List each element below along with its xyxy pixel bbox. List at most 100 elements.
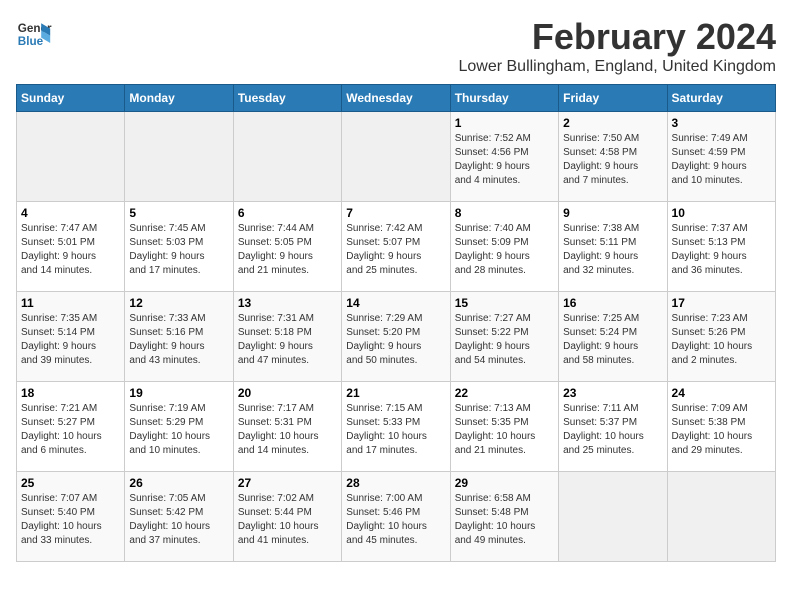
day-info: Sunrise: 7:25 AM Sunset: 5:24 PM Dayligh…: [563, 312, 662, 368]
column-header-tuesday: Tuesday: [233, 85, 341, 112]
column-header-sunday: Sunday: [17, 85, 125, 112]
day-number: 17: [672, 296, 771, 310]
calendar-cell: 28Sunrise: 7:00 AM Sunset: 5:46 PM Dayli…: [342, 472, 450, 562]
calendar-cell: 11 Sunrise: 7:35 AM Sunset: 5:14 PM Dayli…: [17, 292, 125, 382]
day-number: 6: [238, 206, 337, 220]
day-number: 26: [129, 476, 228, 490]
day-info: Sunrise: 7:52 AM Sunset: 4:56 PM Dayligh…: [455, 132, 554, 188]
calendar-cell: 9 Sunrise: 7:38 AM Sunset: 5:11 PM Daylig…: [559, 202, 667, 292]
day-info: Sunrise: 7:37 AM Sunset: 5:13 PM Dayligh…: [672, 222, 771, 278]
day-number: 23: [563, 386, 662, 400]
day-info: Sunrise: 7:07 AM Sunset: 5:40 PM Dayligh…: [21, 492, 120, 548]
column-header-wednesday: Wednesday: [342, 85, 450, 112]
calendar-cell: 8 Sunrise: 7:40 AM Sunset: 5:09 PM Daylig…: [450, 202, 558, 292]
column-header-saturday: Saturday: [667, 85, 775, 112]
day-number: 25: [21, 476, 120, 490]
day-number: 2: [563, 116, 662, 130]
column-header-monday: Monday: [125, 85, 233, 112]
svg-text:Blue: Blue: [18, 35, 44, 48]
column-header-friday: Friday: [559, 85, 667, 112]
day-info: Sunrise: 7:13 AM Sunset: 5:35 PM Dayligh…: [455, 402, 554, 458]
calendar-cell: 6 Sunrise: 7:44 AM Sunset: 5:05 PM Daylig…: [233, 202, 341, 292]
calendar-cell: [559, 472, 667, 562]
day-number: 12: [129, 296, 228, 310]
calendar-cell: 1 Sunrise: 7:52 AM Sunset: 4:56 PM Daylig…: [450, 112, 558, 202]
day-info: Sunrise: 7:17 AM Sunset: 5:31 PM Dayligh…: [238, 402, 337, 458]
day-number: 28: [346, 476, 445, 490]
week-row-1: 1 Sunrise: 7:52 AM Sunset: 4:56 PM Daylig…: [17, 112, 776, 202]
day-number: 27: [238, 476, 337, 490]
logo-icon: General Blue: [16, 16, 52, 52]
day-info: Sunrise: 7:11 AM Sunset: 5:37 PM Dayligh…: [563, 402, 662, 458]
day-info: Sunrise: 7:19 AM Sunset: 5:29 PM Dayligh…: [129, 402, 228, 458]
day-number: 19: [129, 386, 228, 400]
day-number: 20: [238, 386, 337, 400]
day-info: Sunrise: 7:31 AM Sunset: 5:18 PM Dayligh…: [238, 312, 337, 368]
header: General Blue February 2024 Lower Bulling…: [16, 16, 776, 76]
calendar-cell: 5 Sunrise: 7:45 AM Sunset: 5:03 PM Daylig…: [125, 202, 233, 292]
calendar-cell: 18Sunrise: 7:21 AM Sunset: 5:27 PM Dayli…: [17, 382, 125, 472]
calendar-cell: 24 Sunrise: 7:09 AM Sunset: 5:38 PM Dayli…: [667, 382, 775, 472]
day-number: 15: [455, 296, 554, 310]
day-info: Sunrise: 7:38 AM Sunset: 5:11 PM Dayligh…: [563, 222, 662, 278]
day-info: Sunrise: 7:44 AM Sunset: 5:05 PM Dayligh…: [238, 222, 337, 278]
day-number: 11: [21, 296, 120, 310]
calendar-cell: 25 Sunrise: 7:07 AM Sunset: 5:40 PM Dayli…: [17, 472, 125, 562]
logo: General Blue: [16, 16, 52, 52]
day-info: Sunrise: 7:35 AM Sunset: 5:14 PM Dayligh…: [21, 312, 120, 368]
day-number: 7: [346, 206, 445, 220]
calendar-cell: 15 Sunrise: 7:27 AM Sunset: 5:22 PM Dayli…: [450, 292, 558, 382]
calendar-cell: 23 Sunrise: 7:11 AM Sunset: 5:37 PM Dayli…: [559, 382, 667, 472]
calendar-cell: 13 Sunrise: 7:31 AM Sunset: 5:18 PM Dayli…: [233, 292, 341, 382]
day-info: Sunrise: 7:29 AM Sunset: 5:20 PM Dayligh…: [346, 312, 445, 368]
calendar-cell: 29 Sunrise: 6:58 AM Sunset: 5:48 PM Dayli…: [450, 472, 558, 562]
calendar-cell: 3Sunrise: 7:49 AM Sunset: 4:59 PM Daylig…: [667, 112, 775, 202]
day-number: 3: [672, 116, 771, 130]
calendar-cell: 2 Sunrise: 7:50 AM Sunset: 4:58 PM Daylig…: [559, 112, 667, 202]
day-number: 22: [455, 386, 554, 400]
column-header-thursday: Thursday: [450, 85, 558, 112]
calendar-cell: 4 Sunrise: 7:47 AM Sunset: 5:01 PM Daylig…: [17, 202, 125, 292]
calendar-cell: 26Sunrise: 7:05 AM Sunset: 5:42 PM Dayli…: [125, 472, 233, 562]
day-info: Sunrise: 6:58 AM Sunset: 5:48 PM Dayligh…: [455, 492, 554, 548]
day-number: 21: [346, 386, 445, 400]
calendar-cell: [17, 112, 125, 202]
day-number: 16: [563, 296, 662, 310]
day-info: Sunrise: 7:47 AM Sunset: 5:01 PM Dayligh…: [21, 222, 120, 278]
calendar-cell: 14Sunrise: 7:29 AM Sunset: 5:20 PM Dayli…: [342, 292, 450, 382]
day-info: Sunrise: 7:50 AM Sunset: 4:58 PM Dayligh…: [563, 132, 662, 188]
day-number: 13: [238, 296, 337, 310]
day-info: Sunrise: 7:40 AM Sunset: 5:09 PM Dayligh…: [455, 222, 554, 278]
header-row: SundayMondayTuesdayWednesdayThursdayFrid…: [17, 85, 776, 112]
day-number: 10: [672, 206, 771, 220]
calendar-cell: 22 Sunrise: 7:13 AM Sunset: 5:35 PM Dayli…: [450, 382, 558, 472]
day-info: Sunrise: 7:21 AM Sunset: 5:27 PM Dayligh…: [21, 402, 120, 458]
day-info: Sunrise: 7:15 AM Sunset: 5:33 PM Dayligh…: [346, 402, 445, 458]
day-info: Sunrise: 7:23 AM Sunset: 5:26 PM Dayligh…: [672, 312, 771, 368]
week-row-4: 18Sunrise: 7:21 AM Sunset: 5:27 PM Dayli…: [17, 382, 776, 472]
day-number: 5: [129, 206, 228, 220]
day-number: 8: [455, 206, 554, 220]
calendar-cell: 19 Sunrise: 7:19 AM Sunset: 5:29 PM Dayli…: [125, 382, 233, 472]
week-row-3: 11 Sunrise: 7:35 AM Sunset: 5:14 PM Dayli…: [17, 292, 776, 382]
day-number: 9: [563, 206, 662, 220]
main-title: February 2024: [458, 16, 776, 58]
day-info: Sunrise: 7:33 AM Sunset: 5:16 PM Dayligh…: [129, 312, 228, 368]
calendar-cell: [125, 112, 233, 202]
day-number: 4: [21, 206, 120, 220]
calendar-cell: 7 Sunrise: 7:42 AM Sunset: 5:07 PM Daylig…: [342, 202, 450, 292]
calendar-cell: 27 Sunrise: 7:02 AM Sunset: 5:44 PM Dayli…: [233, 472, 341, 562]
day-info: Sunrise: 7:09 AM Sunset: 5:38 PM Dayligh…: [672, 402, 771, 458]
day-info: Sunrise: 7:45 AM Sunset: 5:03 PM Dayligh…: [129, 222, 228, 278]
calendar-cell: 12 Sunrise: 7:33 AM Sunset: 5:16 PM Dayli…: [125, 292, 233, 382]
day-info: Sunrise: 7:02 AM Sunset: 5:44 PM Dayligh…: [238, 492, 337, 548]
calendar-table: SundayMondayTuesdayWednesdayThursdayFrid…: [16, 84, 776, 562]
day-number: 29: [455, 476, 554, 490]
day-info: Sunrise: 7:27 AM Sunset: 5:22 PM Dayligh…: [455, 312, 554, 368]
calendar-cell: 17 Sunrise: 7:23 AM Sunset: 5:26 PM Dayli…: [667, 292, 775, 382]
calendar-cell: 10 Sunrise: 7:37 AM Sunset: 5:13 PM Dayli…: [667, 202, 775, 292]
day-number: 1: [455, 116, 554, 130]
day-info: Sunrise: 7:42 AM Sunset: 5:07 PM Dayligh…: [346, 222, 445, 278]
day-number: 24: [672, 386, 771, 400]
calendar-cell: [233, 112, 341, 202]
